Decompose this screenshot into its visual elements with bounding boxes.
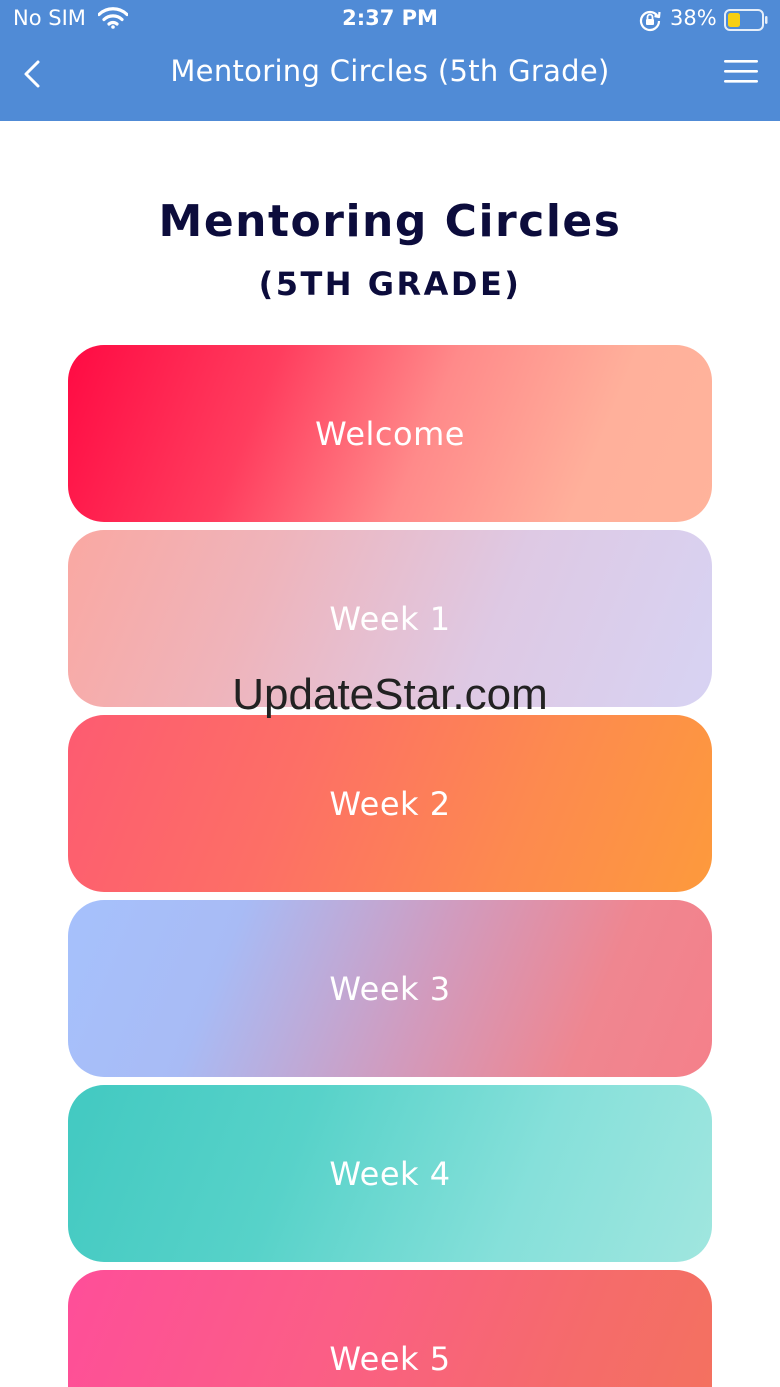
week-2-card[interactable]: Week 2 — [68, 715, 712, 892]
watermark: UpdateStar.com — [232, 670, 548, 719]
card-label: Week 2 — [329, 784, 451, 823]
page-title: Mentoring Circles — [158, 196, 622, 247]
status-time: 2:37 PM — [342, 6, 438, 30]
week-4-card[interactable]: Week 4 — [68, 1085, 712, 1262]
page-subtitle: (5TH GRADE) — [258, 265, 522, 303]
battery-percent: 38% — [670, 6, 717, 30]
status-bar: No SIM 2:37 PM 38% — [0, 0, 780, 40]
battery-icon — [724, 9, 768, 31]
card-label: Week 3 — [329, 969, 451, 1008]
app-header: No SIM 2:37 PM 38% Mentoring Circles (5t… — [0, 0, 780, 121]
rotation-lock-icon — [639, 10, 661, 32]
card-label: Week 5 — [329, 1339, 451, 1378]
nav-bar: Mentoring Circles (5th Grade) — [0, 40, 780, 121]
card-label: Welcome — [315, 414, 465, 453]
nav-title: Mentoring Circles (5th Grade) — [170, 54, 610, 88]
hamburger-menu-icon[interactable] — [722, 56, 760, 86]
card-label: Week 4 — [329, 1154, 451, 1193]
welcome-card[interactable]: Welcome — [68, 345, 712, 522]
card-label: Week 1 — [329, 599, 451, 638]
week-5-card[interactable]: Week 5 — [68, 1270, 712, 1387]
week-3-card[interactable]: Week 3 — [68, 900, 712, 1077]
